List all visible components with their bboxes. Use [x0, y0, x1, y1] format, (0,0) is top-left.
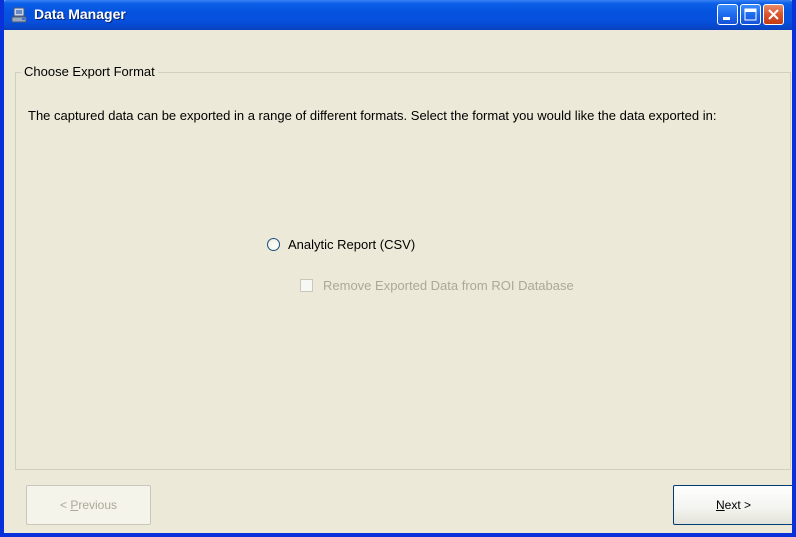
- previous-button-label: Previous: [70, 498, 118, 512]
- radio-button[interactable]: [267, 237, 280, 251]
- close-icon: [768, 9, 779, 20]
- data-manager-app-icon: [11, 6, 29, 24]
- next-button[interactable]: Next >: [673, 485, 792, 525]
- export-description: The captured data can be exported in a r…: [28, 108, 717, 123]
- groupbox-title: Choose Export Format: [21, 64, 158, 80]
- title-bar[interactable]: Data Manager: [4, 0, 792, 30]
- checkbox-label[interactable]: Remove Exported Data from ROI Database: [323, 278, 574, 293]
- remove-exported-data-checkbox-option[interactable]: Remove Exported Data from ROI Database: [300, 276, 574, 294]
- maximize-button[interactable]: [740, 4, 761, 25]
- radio-label[interactable]: Analytic Report (CSV): [288, 237, 415, 252]
- close-button[interactable]: [763, 4, 784, 25]
- maximize-icon: [744, 8, 757, 21]
- minimize-icon: [723, 17, 730, 20]
- next-button-label: Next: [715, 498, 741, 512]
- analytic-report-radio-option[interactable]: Analytic Report (CSV): [267, 235, 415, 253]
- minimize-button[interactable]: [717, 4, 738, 25]
- export-format-groupbox: [15, 72, 791, 470]
- data-manager-window: Data Manager Choose Export Format The ca…: [0, 0, 796, 537]
- next-button-suffix: >: [740, 498, 752, 512]
- checkbox[interactable]: [300, 278, 313, 292]
- previous-button-prefix: <: [59, 498, 71, 512]
- window-title: Data Manager: [34, 6, 126, 22]
- previous-button[interactable]: < Previous: [26, 485, 151, 525]
